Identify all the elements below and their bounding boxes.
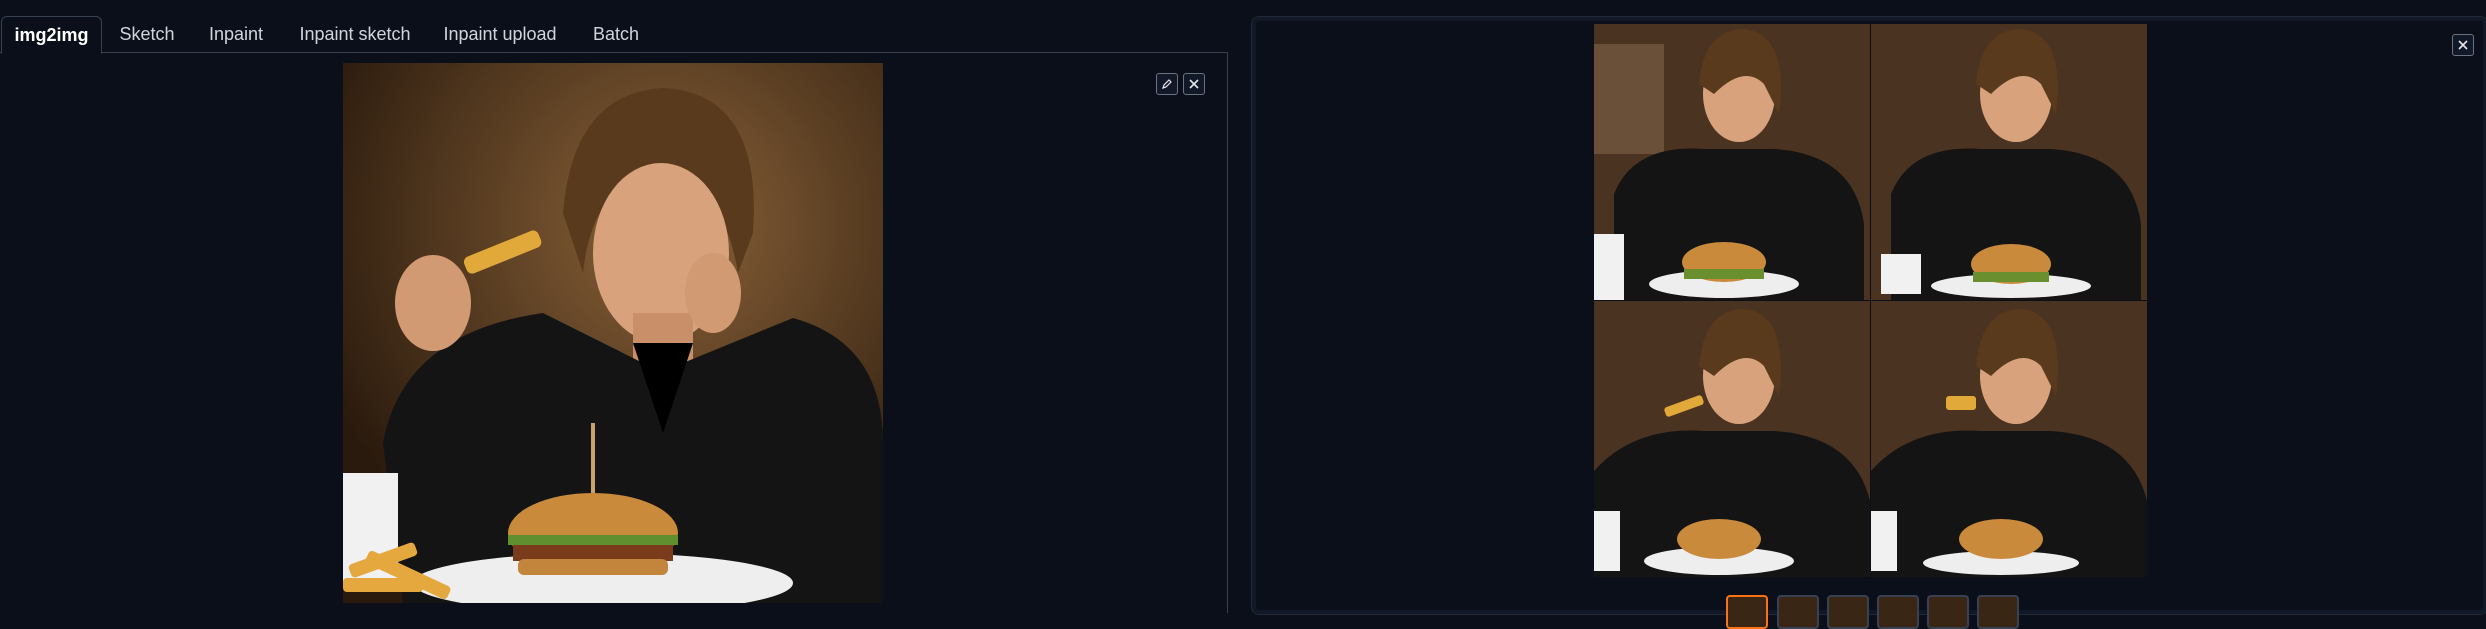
tab-inpaint[interactable]: Inpaint xyxy=(196,16,276,52)
tab-sketch[interactable]: Sketch xyxy=(110,16,184,52)
edit-button[interactable] xyxy=(1156,73,1178,95)
output-image-illustration xyxy=(1871,301,2147,577)
tab-inpaint-sketch[interactable]: Inpaint sketch xyxy=(290,16,420,52)
close-icon xyxy=(2458,40,2468,50)
output-image-1[interactable] xyxy=(1594,24,1870,300)
gallery-thumbnail-1[interactable] xyxy=(1726,595,1768,629)
close-gallery-button[interactable] xyxy=(2452,34,2474,56)
output-image-4[interactable] xyxy=(1871,301,2147,577)
gallery-thumbnail-3[interactable] xyxy=(1827,595,1869,629)
output-image-2[interactable] xyxy=(1871,24,2147,300)
gallery-thumbnail-2[interactable] xyxy=(1777,595,1819,629)
input-image[interactable] xyxy=(343,63,883,603)
input-image-illustration xyxy=(343,63,883,603)
tab-batch[interactable]: Batch xyxy=(580,16,652,52)
output-image-illustration xyxy=(1594,301,1870,577)
gallery-thumbnail-6[interactable] xyxy=(1977,595,2019,629)
tab-bar: img2img Sketch Inpaint Inpaint sketch In… xyxy=(0,16,1228,54)
clear-image-button[interactable] xyxy=(1183,73,1205,95)
output-image-3[interactable] xyxy=(1594,301,1870,577)
gallery-thumbnail-5[interactable] xyxy=(1927,595,1969,629)
pencil-icon xyxy=(1162,79,1172,89)
gallery-thumbnail-4[interactable] xyxy=(1877,595,1919,629)
output-image-illustration xyxy=(1594,24,1870,300)
tab-inpaint-upload[interactable]: Inpaint upload xyxy=(434,16,566,52)
output-image-illustration xyxy=(1871,24,2147,300)
tab-img2img[interactable]: img2img xyxy=(1,16,102,54)
close-icon xyxy=(1189,79,1199,89)
